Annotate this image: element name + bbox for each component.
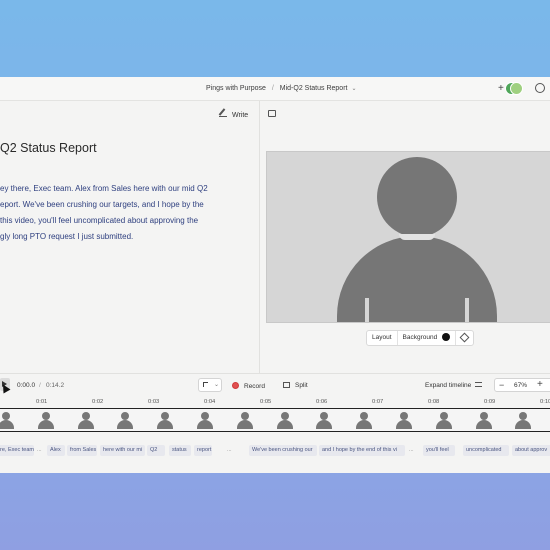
transcript-gap[interactable]: ... <box>37 445 42 456</box>
video-thumbnail <box>395 412 413 430</box>
pointer-icon <box>203 382 208 387</box>
video-thumbnail <box>37 412 55 430</box>
transcript-word[interactable]: and I hope by the end of this vi <box>319 445 405 456</box>
layout-button[interactable]: Layout <box>367 331 398 345</box>
timeline-ruler[interactable]: 0:01 0:02 0:03 0:04 0:05 0:06 0:07 0:08 0:09 0:10 <box>0 397 550 407</box>
timeline-tick: 0:03 <box>148 399 160 405</box>
layers-icon <box>459 332 470 343</box>
split-icon <box>283 382 290 388</box>
top-bar: Pings with Purpose / Mid-Q2 Status Repor… <box>0 77 550 101</box>
video-thumbnail <box>315 412 333 430</box>
transcript-gap[interactable]: ... <box>409 445 414 456</box>
script-line: ey there, Exec team. Alex from Sales her… <box>0 184 208 193</box>
timeline-tick: 0:05 <box>260 399 272 405</box>
transcript-word[interactable]: Alex <box>47 445 65 456</box>
transcript-gap[interactable]: ... <box>227 445 232 456</box>
transcript-word[interactable]: you'll feel <box>423 445 455 456</box>
avatar[interactable] <box>510 82 523 95</box>
video-track[interactable] <box>0 408 550 432</box>
transcript-word[interactable]: uncomplicated <box>463 445 509 456</box>
comment-icon[interactable] <box>535 83 545 93</box>
select-tool-dropdown[interactable]: ⌄ <box>198 378 222 392</box>
transcript-track[interactable]: ere, Exec team,... Alexfrom Saleshere wit… <box>0 445 550 457</box>
split-label: Split <box>295 382 308 389</box>
script-editor: Write Q2 Status Report ey there, Exec te… <box>0 101 260 373</box>
chevron-down-icon[interactable]: ⌄ <box>351 86 356 92</box>
person-placeholder-collar <box>399 234 435 240</box>
timeline-tick: 0:10 <box>540 399 550 405</box>
timeline-tick: 0:08 <box>428 399 440 405</box>
record-button[interactable]: Record <box>232 382 265 390</box>
background-color-swatch <box>442 333 451 342</box>
timeline-tick: 0:01 <box>36 399 48 405</box>
transcript-word[interactable]: report <box>194 445 212 456</box>
timeline-tick: 0:09 <box>484 399 496 405</box>
layers-button[interactable] <box>456 331 473 345</box>
breadcrumb-title[interactable]: Mid-Q2 Status Report <box>280 85 348 92</box>
write-label: Write <box>232 112 249 119</box>
breadcrumb-project[interactable]: Pings with Purpose <box>206 85 266 92</box>
app-window: Pings with Purpose / Mid-Q2 Status Repor… <box>0 77 550 473</box>
time-separator: / <box>39 382 41 389</box>
zoom-level: 67% <box>514 382 528 389</box>
person-placeholder-head <box>377 157 457 237</box>
video-thumbnail <box>116 412 134 430</box>
transcript-word[interactable]: here with our mi <box>100 445 145 456</box>
breadcrumb: Pings with Purpose / Mid-Q2 Status Repor… <box>206 85 356 92</box>
background-label: Background <box>402 334 438 341</box>
expand-timeline-button[interactable]: Expand timeline <box>425 382 483 389</box>
transcript-word[interactable]: about approv <box>512 445 550 456</box>
video-thumbnail <box>514 412 532 430</box>
background-button[interactable]: Background <box>398 331 457 345</box>
video-thumbnail <box>475 412 493 430</box>
person-placeholder-detail <box>365 298 369 322</box>
script-line: eport. We've been crushing our targets, … <box>0 200 204 209</box>
sliders-icon <box>475 382 483 387</box>
video-thumbnail <box>0 412 15 430</box>
collaborators[interactable]: + <box>498 82 524 96</box>
transcript-word[interactable]: from Sales <box>67 445 97 456</box>
zoom-in-button[interactable]: + <box>537 379 543 390</box>
write-button[interactable]: Write <box>219 109 248 119</box>
scene-controls: Layout Background <box>366 330 475 346</box>
video-thumbnail <box>77 412 95 430</box>
zoom-out-button[interactable]: − <box>499 380 504 390</box>
video-thumbnail <box>156 412 174 430</box>
video-thumbnail <box>276 412 294 430</box>
transcript-word[interactable]: status <box>169 445 191 456</box>
video-thumbnail <box>355 412 373 430</box>
pencil-icon <box>219 109 227 117</box>
person-placeholder-body <box>337 236 497 322</box>
timeline-tick: 0:04 <box>204 399 216 405</box>
timeline-tick: 0:06 <box>316 399 328 405</box>
video-frame[interactable] <box>266 151 550 323</box>
video-thumbnail <box>435 412 453 430</box>
breadcrumb-separator: / <box>271 85 274 92</box>
transcript-word[interactable]: Q2 <box>147 445 165 456</box>
playback-toolbar: 0:00.0 / 0:14.2 ⌄ Record Split Expand ti… <box>0 373 550 395</box>
total-time: 0:14.2 <box>46 382 65 389</box>
record-icon <box>232 382 239 389</box>
person-placeholder-detail <box>465 298 469 322</box>
script-line: this video, you'll feel uncomplicated ab… <box>0 216 199 225</box>
page-title[interactable]: Q2 Status Report <box>0 141 97 155</box>
transcript-word[interactable]: We've been crushing our <box>249 445 317 456</box>
zoom-control: − 67% + <box>494 378 550 392</box>
expand-icon[interactable] <box>268 110 276 117</box>
chevron-down-icon: ⌄ <box>214 382 220 388</box>
timeline-tick: 0:02 <box>92 399 104 405</box>
video-thumbnail <box>196 412 214 430</box>
transcript-word[interactable]: ere, Exec team, <box>0 445 34 456</box>
record-label: Record <box>244 383 265 390</box>
timeline-tick: 0:07 <box>372 399 384 405</box>
split-button[interactable]: Split <box>283 382 308 389</box>
expand-timeline-label: Expand timeline <box>425 382 472 389</box>
script-line: gly long PTO request I just submitted. <box>0 232 134 241</box>
video-thumbnail <box>236 412 254 430</box>
video-preview-panel: Layout Background <box>260 101 550 373</box>
current-time: 0:00.0 <box>17 382 36 389</box>
script-text[interactable]: ey there, Exec team. Alex from Sales her… <box>0 181 225 245</box>
